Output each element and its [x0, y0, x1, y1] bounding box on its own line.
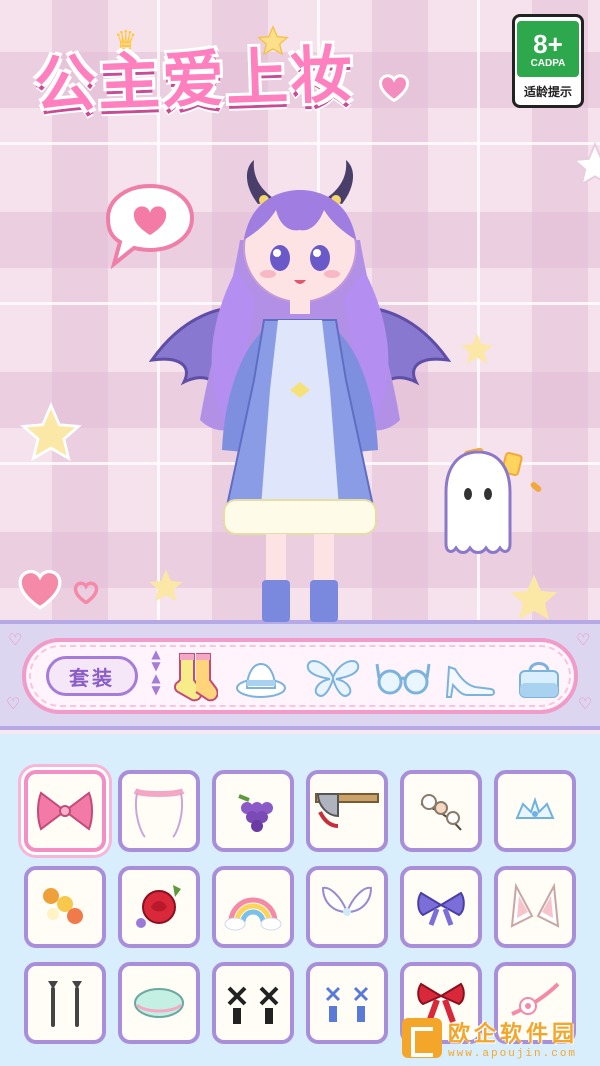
item-slot[interactable]: [118, 866, 200, 948]
axe-headband-icon: [315, 793, 379, 828]
ribbon-clips-icon: [227, 986, 279, 1024]
hair-pins-icon: [48, 981, 82, 1027]
pink-bow-icon: [37, 791, 93, 831]
flower-clip-icon: [43, 888, 83, 924]
heart-icon: [379, 74, 409, 102]
item-slot[interactable]: [212, 770, 294, 852]
glasses-icon: [375, 663, 431, 695]
high-heel-icon: [445, 665, 495, 698]
item-slot[interactable]: [24, 770, 106, 852]
item-slot[interactable]: [24, 866, 106, 948]
fairy-wings-icon: [321, 886, 373, 916]
category-tab-hat[interactable]: [232, 650, 290, 706]
star-icon: [461, 333, 493, 364]
heart-icon: [73, 581, 99, 604]
category-tab-glasses[interactable]: [374, 650, 432, 706]
item-slot[interactable]: [118, 770, 200, 852]
item-slot[interactable]: [494, 770, 576, 852]
item-slot[interactable]: [306, 962, 388, 1044]
mint-cap-icon: [134, 988, 184, 1018]
age-rating-box: 8+ CADPA: [517, 21, 579, 77]
heart-icon: [18, 569, 62, 610]
socks-icon: [174, 653, 218, 702]
item-slot[interactable]: [212, 962, 294, 1044]
game-title: 公主爱上妆: [32, 37, 356, 122]
star-icon: [20, 402, 82, 462]
heart-icon: ♡: [578, 694, 593, 713]
items-panel: 欧企软件园 www.apoujin.com: [0, 734, 600, 1066]
item-slot[interactable]: [400, 866, 482, 948]
suit-button[interactable]: 套装: [46, 656, 138, 696]
watermark-title: 欧企软件园: [448, 1022, 579, 1047]
divider-arrows-icon: ▲ ▼ ▲ ▼: [151, 647, 161, 697]
item-slot[interactable]: [306, 866, 388, 948]
star-icon: [571, 141, 600, 187]
animal-ears-icon: [510, 882, 560, 928]
tiara-icon: [515, 796, 555, 819]
rating-label: 适龄提示: [523, 85, 572, 99]
item-slot[interactable]: [400, 770, 482, 852]
flower-sprig-icon: [420, 794, 462, 831]
hat-icon: [236, 662, 286, 698]
dressup-stage: ♛ 公主爱上妆 8+ CADPA 适龄提示: [0, 0, 600, 622]
watermark-url: www.apoujin.com: [448, 1048, 578, 1060]
butterfly-icon: [306, 660, 360, 697]
rainbow-icon: [224, 897, 282, 931]
category-tab-bag[interactable]: [510, 650, 568, 706]
age-rating: 8+: [533, 28, 563, 59]
rating-org: CADPA: [530, 57, 566, 69]
category-tab-wings[interactable]: [304, 650, 362, 706]
star-icon: [510, 574, 558, 620]
rose-icon: [136, 885, 181, 928]
grapes-icon: [238, 794, 273, 832]
game-logo: ♛ 公主爱上妆: [33, 26, 364, 130]
watermark-logo-icon: [402, 1018, 442, 1058]
age-rating-badge: 8+ CADPA 适龄提示: [512, 14, 584, 108]
watermark-text: 欧企软件园 www.apoujin.com: [448, 1016, 578, 1060]
princess-character: [148, 160, 452, 622]
blue-bow-icon: [417, 891, 465, 926]
category-tab-shoes[interactable]: [442, 650, 500, 706]
item-slot[interactable]: [118, 962, 200, 1044]
blue-clips-icon: [325, 986, 369, 1022]
category-bar: ♡ ♡ ♡ ♡ 套装 ▲ ▼ ▲ ▼: [0, 620, 600, 730]
heart-icon: ♡: [8, 630, 23, 649]
item-slot[interactable]: [306, 770, 388, 852]
category-tabs: 套装 ▲ ▼ ▲ ▼: [22, 638, 578, 714]
item-slot[interactable]: [212, 866, 294, 948]
category-tab-socks[interactable]: [166, 650, 224, 706]
flower-veil-icon: [133, 788, 185, 838]
heart-icon: ♡: [576, 630, 591, 649]
item-slot[interactable]: [24, 962, 106, 1044]
handbag-icon: [519, 662, 559, 698]
item-slot[interactable]: [494, 866, 576, 948]
watermark: 欧企软件园 www.apoujin.com: [402, 1016, 596, 1060]
heart-icon: ♡: [6, 694, 21, 713]
